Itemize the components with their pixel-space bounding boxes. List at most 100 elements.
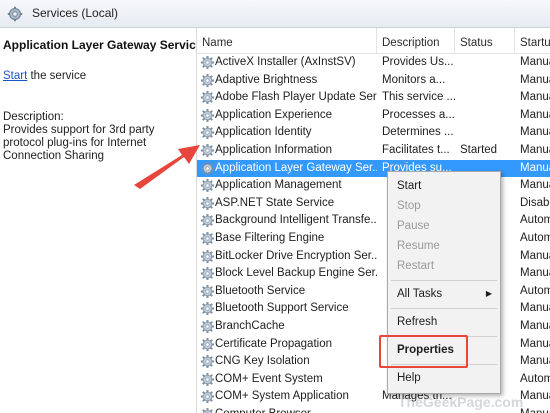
window-title: Services (Local) [32, 6, 119, 20]
service-name-cell: ActiveX Installer (AxInstSV) [215, 56, 356, 68]
service-startup-cell: Manua [520, 126, 550, 139]
service-status-cell [460, 72, 518, 90]
menu-item-start[interactable]: Start [388, 176, 500, 196]
column-header-description[interactable]: Description [377, 28, 455, 53]
service-startup-cell: Manua [520, 267, 550, 280]
service-name-cell: Block Level Backup Engine Ser... [215, 267, 377, 280]
service-gear-icon [200, 214, 215, 228]
service-startup-cell: Manua [520, 355, 550, 368]
service-gear-icon [200, 319, 215, 333]
chevron-right-icon: ▶ [485, 289, 492, 298]
menu-item-restart[interactable]: Restart [388, 256, 500, 276]
services-gear-icon [7, 6, 23, 22]
service-name-cell: Bluetooth Support Service [215, 302, 349, 315]
service-gear-icon [200, 337, 215, 351]
service-gear-icon [200, 284, 215, 298]
service-startup-cell: Manua [520, 406, 550, 413]
service-description-cell: Processes a... [382, 108, 455, 121]
service-name-cell: COM+ Event System [215, 372, 323, 385]
service-name-cell: Application Identity [215, 126, 312, 139]
service-gear-icon [200, 249, 215, 263]
service-description-cell: This service ... [382, 91, 457, 104]
service-description-cell: Provides Us... [382, 56, 454, 68]
service-startup-cell: Manua [520, 56, 550, 68]
service-gear-icon [200, 372, 215, 386]
service-name-cell: BranchCache [215, 319, 285, 332]
service-gear-icon [200, 108, 215, 122]
service-startup-cell: Manua [520, 319, 550, 332]
service-name-cell: CNG Key Isolation [215, 355, 310, 368]
service-status-cell [460, 107, 518, 125]
selected-service-name: Application Layer Gateway Service [3, 38, 203, 52]
table-row[interactable]: Adobe Flash Player Update Ser... This ser… [197, 89, 550, 107]
menu-item-refresh[interactable]: Refresh [388, 312, 500, 332]
column-header-startup[interactable]: Startup [515, 28, 550, 53]
red-arrow-icon [134, 145, 200, 189]
service-gear-icon [202, 407, 213, 413]
service-gear-icon [200, 55, 215, 70]
all-tasks-label: All Tasks [397, 288, 443, 300]
column-header-status[interactable]: Status [455, 28, 515, 53]
service-startup-cell: Autom [520, 231, 550, 244]
service-gear-icon [200, 231, 215, 245]
list-header: Name Description Status Startup [197, 28, 550, 54]
service-name-cell: Adaptive Brightness [215, 73, 318, 86]
menu-item-help[interactable]: Help [388, 368, 500, 388]
service-startup-cell: Autom [520, 214, 550, 227]
service-name-cell: Certificate Propagation [215, 337, 332, 350]
service-startup-cell: Manua [520, 179, 550, 192]
menu-separator [391, 308, 497, 309]
service-description-cell: Monitors a... [382, 73, 446, 86]
service-name-cell: Computer Browser [215, 406, 377, 413]
service-details-panel: Application Layer Gateway Service Start … [0, 28, 202, 413]
service-gear-icon [200, 390, 215, 404]
service-startup-cell: Manua [520, 91, 550, 104]
service-gear-icon [200, 73, 215, 87]
service-gear-icon [200, 91, 215, 105]
service-status-cell [460, 54, 518, 72]
service-status-cell [460, 89, 518, 107]
description-label: Description: [3, 111, 64, 123]
service-startup-cell: Manua [520, 249, 550, 262]
service-name-cell: ASP.NET State Service [215, 196, 335, 209]
service-startup-cell: Manua [520, 161, 550, 174]
column-header-name[interactable]: Name [197, 28, 377, 53]
service-name-cell: Application Experience [215, 108, 332, 121]
service-status-cell [460, 124, 518, 142]
service-name-cell: Application Layer Gateway Ser... [215, 161, 377, 174]
properties-highlight-box [379, 335, 468, 368]
menu-item-stop[interactable]: Stop [388, 196, 500, 216]
table-row[interactable]: Application Information Facilitates t... S… [197, 142, 550, 160]
title-bar: Services (Local) [0, 0, 550, 28]
start-service-line: Start the service [3, 70, 86, 82]
service-startup-cell: Manua [520, 143, 550, 156]
service-startup-cell: Autom [520, 372, 550, 385]
service-gear-icon [200, 196, 215, 210]
start-service-link[interactable]: Start [3, 70, 27, 82]
table-row[interactable]: ActiveX Installer (AxInstSV) Provides Us.… [197, 54, 550, 72]
service-name-cell: Application Management [215, 179, 342, 192]
service-startup-cell: Disable [520, 196, 550, 209]
menu-item-resume[interactable]: Resume [388, 236, 500, 256]
service-status-cell: Started [460, 143, 498, 156]
service-name-cell: Adobe Flash Player Update Ser... [215, 91, 377, 104]
service-name-cell: BitLocker Drive Encryption Ser... [215, 249, 377, 262]
service-name-cell: Background Intelligent Transfe... [215, 214, 377, 227]
service-gear-icon [200, 302, 215, 316]
service-name-cell: COM+ System Application [215, 390, 349, 403]
table-row[interactable]: Application Experience Processes a... Manu… [197, 107, 550, 125]
service-startup-cell: Manua [520, 108, 550, 121]
service-startup-cell: Manua [520, 73, 550, 86]
menu-separator [391, 280, 497, 281]
menu-item-all-tasks[interactable]: All Tasks ▶ [388, 284, 500, 304]
service-gear-icon [200, 355, 215, 369]
table-row[interactable]: Application Identity Determines ... Manua [197, 124, 550, 142]
watermark: TheGeekPage.com [398, 394, 524, 410]
table-row[interactable]: Adaptive Brightness Monitors a... Manua [197, 72, 550, 90]
service-startup-cell: Autom [520, 284, 550, 297]
service-name-cell: Bluetooth Service [215, 284, 306, 297]
start-service-suffix: the service [27, 70, 87, 82]
service-gear-icon [200, 267, 215, 281]
menu-item-pause[interactable]: Pause [388, 216, 500, 236]
service-name-cell: Application Information [215, 143, 332, 156]
